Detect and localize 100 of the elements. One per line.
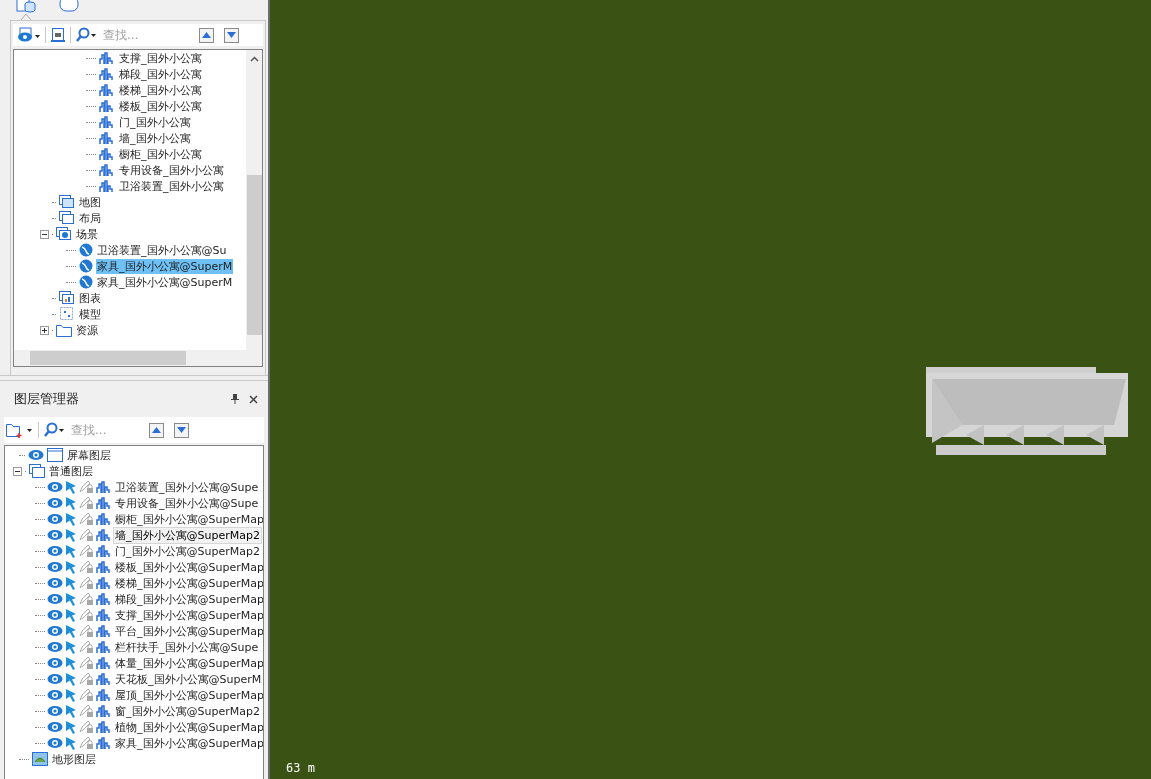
eye-icon[interactable]: [47, 545, 63, 557]
layer-item[interactable]: 天花板_国外小公寓@SuperM: [114, 671, 263, 687]
pencil-lock-icon[interactable]: [79, 512, 94, 526]
cursor-icon[interactable]: [65, 592, 77, 606]
pencil-lock-icon[interactable]: [79, 704, 94, 718]
move-up-button[interactable]: [199, 27, 214, 43]
move-up-button[interactable]: [149, 422, 164, 438]
cursor-icon[interactable]: [65, 656, 77, 670]
eye-icon[interactable]: [47, 513, 63, 525]
pencil-lock-icon[interactable]: [79, 688, 94, 702]
layer-item[interactable]: 橱柜_国外小公寓@SuperMap: [114, 511, 263, 527]
collapse-icon[interactable]: [13, 466, 22, 476]
tree-item[interactable]: 支撑_国外小公寓: [118, 50, 203, 66]
layer-item[interactable]: 栏杆扶手_国外小公寓@Supe: [114, 639, 260, 655]
cursor-icon[interactable]: [65, 528, 77, 542]
cursor-icon[interactable]: [65, 560, 77, 574]
expand-icon[interactable]: [40, 325, 49, 335]
tree-item[interactable]: 图表: [78, 290, 102, 306]
eye-icon[interactable]: [47, 737, 63, 749]
tree-item[interactable]: 专用设备_国外小公寓: [118, 162, 225, 178]
tree-item[interactable]: 卫浴装置_国外小公寓: [118, 178, 225, 194]
eye-icon[interactable]: [47, 705, 63, 717]
cursor-icon[interactable]: [65, 704, 77, 718]
tree-item[interactable]: 卫浴装置_国外小公寓@Su: [96, 242, 228, 258]
cursor-icon[interactable]: [65, 496, 77, 510]
pencil-lock-icon[interactable]: [79, 736, 94, 750]
tree-item[interactable]: 墙_国外小公寓: [118, 130, 192, 146]
cursor-icon[interactable]: [65, 640, 77, 654]
layer-group[interactable]: 地形图层: [51, 751, 97, 767]
cursor-icon[interactable]: [65, 720, 77, 734]
search-dropdown-icon[interactable]: [75, 27, 97, 43]
layer-item[interactable]: 植物_国外小公寓@SuperMap: [114, 719, 263, 735]
eye-icon[interactable]: [47, 625, 63, 637]
cursor-icon[interactable]: [65, 624, 77, 638]
tree-item[interactable]: 资源: [75, 322, 99, 338]
collapse-icon[interactable]: [40, 229, 49, 239]
layer-item[interactable]: 卫浴装置_国外小公寓@Supe: [114, 479, 260, 495]
cursor-icon[interactable]: [65, 576, 77, 590]
move-down-button[interactable]: [174, 422, 189, 438]
layer-item[interactable]: 墙_国外小公寓@SuperMap2: [114, 527, 261, 543]
chevron-up-icon[interactable]: [249, 56, 259, 62]
vertical-scrollbar[interactable]: [246, 50, 262, 350]
layer-group[interactable]: 普通图层: [48, 463, 94, 479]
cursor-icon[interactable]: [65, 672, 77, 686]
pencil-lock-icon[interactable]: [79, 592, 94, 606]
search-dropdown-icon[interactable]: [43, 422, 65, 438]
close-icon[interactable]: [249, 394, 258, 404]
layer-item[interactable]: 门_国外小公寓@SuperMap2: [114, 543, 261, 559]
layer-item[interactable]: 梯段_国外小公寓@SuperMap: [114, 591, 263, 607]
tree-item[interactable]: 家具_国外小公寓@SuperM: [96, 274, 234, 290]
eye-icon[interactable]: [28, 449, 44, 461]
database-icon[interactable]: [16, 0, 36, 14]
eye-icon[interactable]: [47, 497, 63, 509]
pencil-lock-icon[interactable]: [79, 656, 94, 670]
pencil-lock-icon[interactable]: [79, 560, 94, 574]
cursor-icon[interactable]: [65, 544, 77, 558]
pencil-lock-icon[interactable]: [79, 576, 94, 590]
horizontal-scrollbar[interactable]: [14, 350, 262, 366]
tree-item[interactable]: 门_国外小公寓: [118, 114, 192, 130]
layer-item[interactable]: 窗_国外小公寓@SuperMap2: [114, 703, 261, 719]
pencil-lock-icon[interactable]: [79, 480, 94, 494]
eye-icon[interactable]: [47, 609, 63, 621]
pencil-lock-icon[interactable]: [79, 608, 94, 622]
eye-icon[interactable]: [47, 721, 63, 733]
eye-icon[interactable]: [47, 481, 63, 493]
search-field[interactable]: 查找...: [69, 423, 139, 437]
layer-item[interactable]: 支撑_国外小公寓@SuperMap: [114, 607, 263, 623]
cursor-icon[interactable]: [65, 480, 77, 494]
layer-item[interactable]: 楼梯_国外小公寓@SuperMap: [114, 575, 263, 591]
tree-item[interactable]: 楼板_国外小公寓: [118, 98, 203, 114]
eye-icon[interactable]: [47, 529, 63, 541]
tree-item[interactable]: 场景: [75, 226, 99, 242]
pencil-lock-icon[interactable]: [79, 640, 94, 654]
tree-item[interactable]: 模型: [78, 306, 102, 322]
add-layer-icon[interactable]: [6, 422, 34, 438]
layer-item[interactable]: 专用设备_国外小公寓@Supe: [114, 495, 260, 511]
eye-icon[interactable]: [47, 641, 63, 653]
scene-view[interactable]: 63 m: [270, 0, 1151, 779]
layer-item[interactable]: 楼板_国外小公寓@SuperMap: [114, 559, 263, 575]
eye-icon[interactable]: [47, 561, 63, 573]
pin-icon[interactable]: [231, 394, 239, 404]
move-down-button[interactable]: [224, 27, 239, 43]
pencil-lock-icon[interactable]: [79, 496, 94, 510]
tree-item[interactable]: 梯段_国外小公寓: [118, 66, 203, 82]
tree-item[interactable]: 地图: [78, 194, 102, 210]
cursor-icon[interactable]: [65, 736, 77, 750]
pencil-lock-icon[interactable]: [79, 624, 94, 638]
cursor-icon[interactable]: [65, 608, 77, 622]
layer-item[interactable]: 屋顶_国外小公寓@SuperMap: [114, 687, 263, 703]
tree-item[interactable]: 布局: [78, 210, 102, 226]
cursor-icon[interactable]: [65, 688, 77, 702]
tree-item[interactable]: 橱柜_国外小公寓: [118, 146, 203, 162]
eye-icon[interactable]: [47, 657, 63, 669]
layer-item[interactable]: 体量_国外小公寓@SuperMap: [114, 655, 263, 671]
cursor-icon[interactable]: [65, 512, 77, 526]
cloud-icon[interactable]: [58, 0, 80, 14]
eye-icon[interactable]: [47, 593, 63, 605]
eye-icon[interactable]: [47, 577, 63, 589]
layer-item[interactable]: 平台_国外小公寓@SuperMap: [114, 623, 263, 639]
layer-item[interactable]: 家具_国外小公寓@SuperMap: [114, 735, 263, 751]
